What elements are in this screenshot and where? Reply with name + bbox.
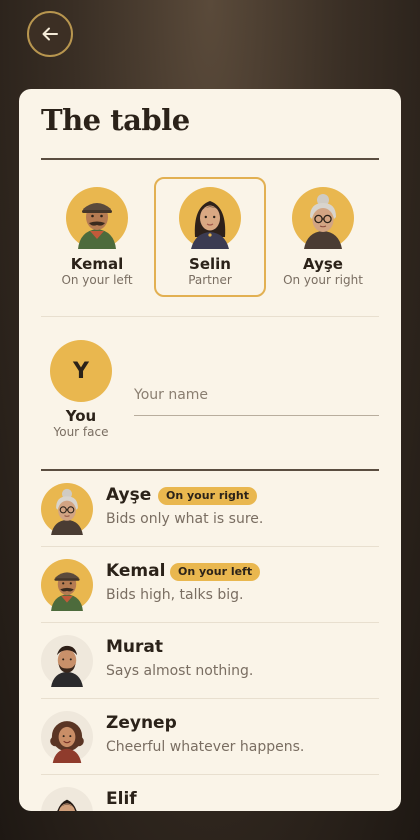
player-name: Ayşe: [106, 485, 152, 505]
panel-title: The table: [41, 103, 190, 137]
player-description: Says almost nothing.: [106, 663, 254, 679]
player-description: Cheerful whatever happens.: [106, 739, 305, 755]
player-name: Murat: [106, 637, 164, 657]
avatar: [41, 483, 93, 535]
back-button[interactable]: [27, 11, 73, 57]
seat-partner[interactable]: Selin Partner: [154, 177, 266, 297]
player-name: Zeynep: [106, 713, 177, 733]
you-sublabel: Your face: [53, 425, 109, 439]
list-item[interactable]: Elif: [41, 775, 379, 811]
player-description: Bids only what is sure.: [106, 511, 264, 527]
seat-left[interactable]: Kemal On your left: [41, 177, 153, 297]
player-name: Kemal: [106, 561, 166, 581]
list-item[interactable]: Kemal On your left Bids high, talks big.: [41, 547, 379, 623]
seat-name: Ayşe: [303, 255, 343, 273]
list-item[interactable]: Murat Says almost nothing.: [41, 623, 379, 699]
seat-role: On your left: [61, 273, 133, 287]
player-name: Elif: [106, 789, 137, 809]
seat-role: Partner: [188, 273, 232, 287]
list-item[interactable]: Zeynep Cheerful whatever happens.: [41, 699, 379, 775]
seat-right[interactable]: Ayşe On your right: [267, 177, 379, 297]
avatar: [66, 187, 128, 249]
seat-badge: On your left: [170, 563, 261, 581]
avatar: [41, 559, 93, 611]
player-description: Bids high, talks big.: [106, 587, 244, 603]
title-divider: [41, 158, 379, 160]
table-panel: The table Kemal On your left Selin Partn…: [19, 89, 401, 811]
avatar: [292, 187, 354, 249]
seats-divider: [41, 316, 379, 317]
avatar: [41, 635, 93, 687]
seat-role: On your right: [283, 273, 363, 287]
arrow-left-icon: [42, 27, 58, 41]
seat-name: Kemal: [70, 255, 124, 273]
seat-name: Selin: [189, 255, 231, 273]
avatar: [179, 187, 241, 249]
list-item[interactable]: Ayşe On your right Bids only what is sur…: [41, 471, 379, 547]
avatar: [41, 787, 93, 811]
you-label: You: [65, 407, 97, 425]
avatar: [41, 711, 93, 763]
name-input[interactable]: [134, 375, 379, 416]
seat-badge: On your right: [158, 487, 257, 505]
you-avatar[interactable]: Y: [50, 340, 112, 402]
you-initial: Y: [73, 358, 89, 384]
